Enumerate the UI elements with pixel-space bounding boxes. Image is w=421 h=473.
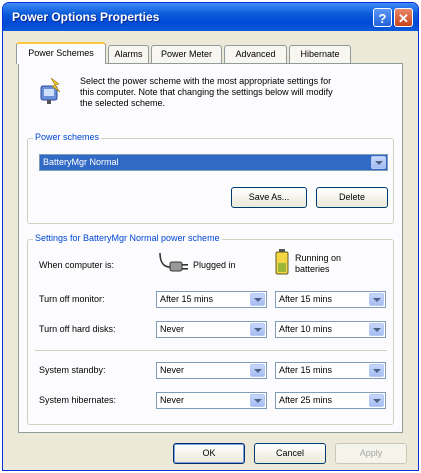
hibernate-battery-select[interactable]: After 25 mins — [275, 392, 386, 409]
power-schemes-panel: Select the power scheme with the most ap… — [18, 63, 403, 433]
apply-button[interactable]: Apply — [335, 443, 407, 464]
hibernate-battery-value: After 25 mins — [279, 395, 333, 405]
power-schemes-legend: Power schemes — [33, 132, 102, 142]
hard-disks-plugged-value: Never — [160, 324, 185, 334]
when-computer-is-label: When computer is: — [39, 260, 115, 270]
plugged-in-label: Plugged in — [193, 260, 236, 270]
title-bar[interactable]: Power Options Properties ? ✕ — [3, 3, 418, 31]
tab-alarms[interactable]: Alarms — [108, 45, 149, 63]
settings-legend: Settings for BatteryMgr Normal power sch… — [33, 233, 222, 243]
hibernate-plugged-value: Never — [160, 395, 185, 405]
power-options-window: Power Options Properties ? ✕ Power Schem… — [2, 2, 419, 471]
monitor-plugged-value: After 15 mins — [160, 294, 214, 304]
close-button[interactable]: ✕ — [394, 8, 413, 27]
running-on-label: Running on — [295, 253, 342, 263]
standby-plugged-select[interactable]: Never — [156, 362, 267, 379]
system-hibernates-label: System hibernates: — [39, 395, 117, 405]
power-schemes-group — [27, 138, 394, 224]
tab-power-meter[interactable]: Power Meter — [151, 45, 222, 63]
monitor-battery-select[interactable]: After 15 mins — [275, 291, 386, 308]
power-scheme-value: BatteryMgr Normal — [43, 157, 119, 167]
plug-icon — [159, 252, 188, 272]
monitor-plugged-select[interactable]: After 15 mins — [156, 291, 267, 308]
chevron-down-icon[interactable] — [371, 156, 386, 169]
intro-line: Select the power scheme with the most ap… — [80, 76, 332, 86]
hibernate-plugged-select[interactable]: Never — [156, 392, 267, 409]
turn-off-monitor-label: Turn off monitor: — [39, 294, 105, 304]
chevron-down-icon[interactable] — [369, 394, 384, 407]
help-button[interactable]: ? — [373, 8, 392, 27]
chevron-down-icon[interactable] — [369, 364, 384, 377]
tab-advanced[interactable]: Advanced — [224, 45, 287, 63]
standby-battery-value: After 15 mins — [279, 365, 333, 375]
standby-battery-select[interactable]: After 15 mins — [275, 362, 386, 379]
delete-button[interactable]: Delete — [316, 187, 388, 208]
hard-disks-battery-select[interactable]: After 10 mins — [275, 321, 386, 338]
chevron-down-icon[interactable] — [250, 293, 265, 306]
tab-hibernate[interactable]: Hibernate — [289, 45, 351, 63]
battery-icon — [275, 249, 289, 275]
turn-off-hard-disks-label: Turn off hard disks: — [39, 324, 116, 334]
intro-line: this computer. Note that changing the se… — [80, 87, 333, 97]
tab-power-schemes[interactable]: Power Schemes — [16, 42, 106, 64]
chevron-down-icon[interactable] — [369, 293, 384, 306]
intro-text: Select the power scheme with the most ap… — [80, 76, 333, 109]
save-as-button[interactable]: Save As... — [231, 187, 307, 208]
hard-disks-plugged-select[interactable]: Never — [156, 321, 267, 338]
intro-line: the selected scheme. — [80, 98, 166, 108]
chevron-down-icon[interactable] — [369, 323, 384, 336]
system-standby-label: System standby: — [39, 365, 106, 375]
hard-disks-battery-value: After 10 mins — [279, 324, 333, 334]
power-scheme-icon — [40, 77, 61, 104]
chevron-down-icon[interactable] — [250, 364, 265, 377]
divider — [35, 350, 387, 351]
batteries-label: batteries — [295, 264, 330, 274]
close-icon: ✕ — [398, 11, 409, 26]
monitor-battery-value: After 15 mins — [279, 294, 333, 304]
standby-plugged-value: Never — [160, 365, 185, 375]
window-title: Power Options Properties — [12, 10, 160, 24]
chevron-down-icon[interactable] — [250, 323, 265, 336]
ok-button[interactable]: OK — [173, 443, 245, 464]
chevron-down-icon[interactable] — [250, 394, 265, 407]
power-scheme-select[interactable]: BatteryMgr Normal — [39, 154, 388, 171]
cancel-button[interactable]: Cancel — [254, 443, 326, 464]
question-mark-icon: ? — [378, 11, 387, 26]
